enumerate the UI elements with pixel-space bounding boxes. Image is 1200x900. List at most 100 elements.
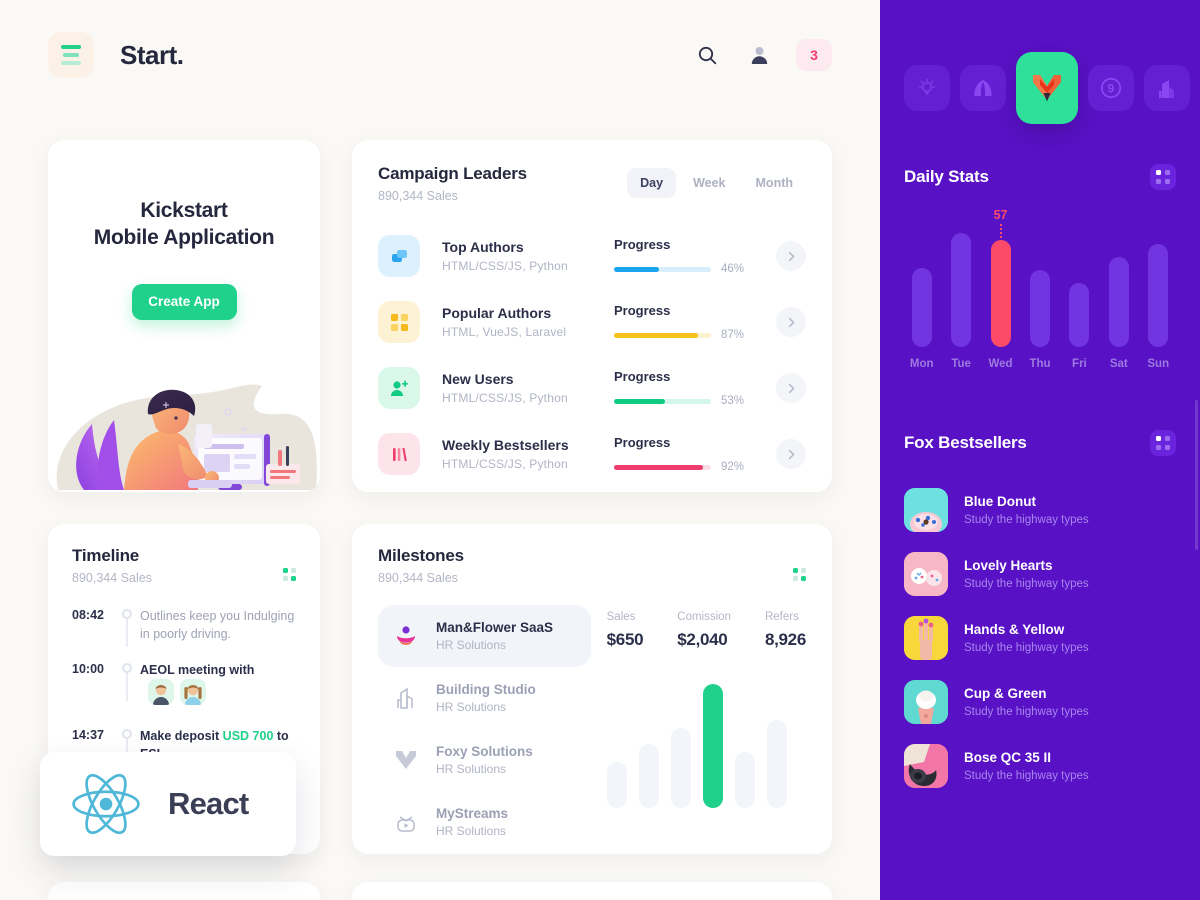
react-badge-card[interactable]: React (40, 752, 296, 856)
brand-title: Start. (120, 39, 184, 70)
milestone-row[interactable]: Building Studio HR Solutions (378, 667, 591, 729)
daily-stats-column (981, 216, 1020, 347)
kickstart-title: Kickstart Mobile Application (93, 199, 275, 249)
daily-stats-column (1060, 216, 1099, 347)
lightbulb-icon (918, 78, 936, 95)
bottom-card-right (352, 882, 832, 900)
daily-stats-bars (902, 216, 1178, 347)
daily-stats-title: Daily Stats (904, 167, 989, 186)
daily-stats-labels: Mon Tue Wed Thu Fri Sat Sun (902, 358, 1178, 370)
sidebar-item-fox[interactable] (1016, 52, 1078, 124)
campaign-row-chevron[interactable] (776, 241, 806, 271)
stat-value: $2,040 (677, 630, 728, 649)
daily-stats-day-label: Wed (988, 358, 1013, 370)
timeline-title: Timeline (72, 546, 140, 565)
building-icon (1159, 79, 1174, 98)
headphones-photo (904, 744, 948, 788)
bestseller-sub: Study the highway types (964, 514, 1089, 526)
bestseller-sub: Study the highway types (964, 770, 1089, 782)
bestseller-item[interactable]: Blue Donut Study the highway types (904, 478, 1176, 542)
create-app-button[interactable]: Create App (131, 283, 237, 320)
campaign-row[interactable]: Top Authors HTML/CSS/JS, Python Progress 46… (378, 223, 806, 289)
progress-track (614, 332, 711, 338)
grid-dots-icon[interactable] (283, 568, 296, 581)
progress-label: Progress (614, 369, 671, 384)
milestone-chart-bar (734, 752, 755, 808)
bestseller-item[interactable]: Bose QC 35 II Study the highway types (904, 734, 1176, 798)
campaign-row-chevron[interactable] (776, 307, 806, 337)
top-bar: Start. 3 (0, 0, 880, 110)
hands-photo (904, 616, 948, 660)
hearts-photo (904, 552, 948, 596)
timeline-dot (122, 729, 132, 740)
timeline-body: Outlines keep you Indulging in poorly dr… (140, 607, 296, 643)
tab-day[interactable]: Day (627, 168, 677, 198)
milestone-sub: HR Solutions (436, 824, 507, 838)
grid-dots-icon[interactable] (793, 568, 806, 581)
milestone-row[interactable]: Foxy Solutions HR Solutions (378, 729, 591, 791)
stat-key: Comission (677, 611, 731, 623)
bestseller-item[interactable]: Cup & Green Study the highway types (904, 670, 1176, 734)
campaign-row[interactable]: Weekly Bestsellers HTML/CSS/JS, Python Pro… (378, 421, 806, 487)
milestone-row[interactable]: MyStreams HR Solutions (378, 791, 591, 853)
donut-photo (904, 488, 948, 532)
campaign-title: Campaign Leaders (378, 164, 527, 183)
timeline-entry[interactable]: 10:00 AEOL meeting with (72, 661, 296, 706)
milestone-name: Man&Flower SaaS (436, 620, 554, 635)
hamburger-menu-icon[interactable] (48, 32, 94, 78)
progress-fill (614, 464, 704, 470)
timeline-dot (122, 663, 132, 673)
milestones-stats: Sales $650 Comission $2,040 Refers 8,926 (607, 605, 807, 650)
campaign-row-chevron[interactable] (776, 439, 806, 469)
milestones-body: Man&Flower SaaS HR Solutions Building Stud… (378, 605, 806, 853)
milestone-stat: Sales $650 (607, 611, 644, 650)
sidebar-item-arch[interactable] (960, 65, 1006, 111)
campaign-row[interactable]: New Users HTML/CSS/JS, Python Progress 53% (378, 355, 806, 421)
daily-stats-column (1139, 216, 1178, 347)
daily-stats-bar (911, 268, 932, 347)
avatar-male (148, 679, 174, 706)
timeline-entry[interactable]: 08:42 Outlines keep you Indulging in poor… (72, 607, 296, 647)
milestone-row[interactable]: Man&Flower SaaS HR Solutions (378, 605, 591, 667)
progress-percent: 46% (721, 263, 745, 275)
daily-stats-column (941, 216, 980, 347)
milestones-bar-chart (606, 678, 806, 808)
daily-stats-day-label: Sun (1147, 358, 1170, 370)
dashboard-app: Start. 3 Kickstart Mobile Application Cr… (0, 0, 1200, 900)
milestone-name: MyStreams (436, 806, 509, 821)
timeline-body: AEOL meeting with (140, 661, 296, 706)
milestone-chart-bar (766, 720, 787, 808)
building-icon (392, 687, 420, 709)
daily-stats-column (1099, 216, 1138, 347)
milestones-header: Milestones 890,344 Sales (378, 546, 806, 585)
timeline-connector (126, 617, 128, 647)
sidebar-item-nine[interactable]: 9 (1088, 65, 1134, 111)
bestseller-item[interactable]: Hands & Yellow Study the highway types (904, 606, 1176, 670)
bestseller-sub: Study the highway types (964, 642, 1089, 654)
chevron-right-icon (788, 251, 794, 261)
bestseller-sub: Study the highway types (964, 706, 1089, 718)
tab-week[interactable]: Week (680, 168, 738, 198)
bestsellers-title: Fox Bestsellers (904, 433, 1027, 452)
user-account-icon[interactable] (744, 40, 774, 70)
campaign-row-chevron[interactable] (776, 373, 806, 403)
grid-dots-icon[interactable] (1150, 164, 1176, 190)
tv-play-icon (392, 811, 420, 833)
top-bar-actions: 3 (692, 39, 832, 71)
main-content: Start. 3 Kickstart Mobile Application Cr… (0, 0, 880, 900)
notification-badge[interactable]: 3 (796, 39, 832, 71)
campaign-row-text: Weekly Bestsellers HTML/CSS/JS, Python (442, 437, 614, 471)
bestseller-item[interactable]: Lovely Hearts Study the highway types (904, 542, 1176, 606)
bestseller-name: Hands & Yellow (964, 622, 1065, 637)
tab-month[interactable]: Month (743, 168, 806, 198)
grid-dots-icon[interactable] (1150, 430, 1176, 456)
sidebar-item-building[interactable] (1144, 65, 1190, 111)
search-icon[interactable] (692, 40, 722, 70)
campaign-row[interactable]: Popular Authors HTML, VueJS, Laravel Progr… (378, 289, 806, 355)
progress-fill (614, 266, 659, 272)
progress-label: Progress (614, 303, 671, 318)
sidebar-scrollbar[interactable] (1195, 400, 1198, 550)
daily-stats-day-label: Mon (909, 358, 934, 370)
sidebar-item-lightbulb[interactable] (904, 65, 950, 111)
stat-key: Refers (764, 611, 799, 623)
